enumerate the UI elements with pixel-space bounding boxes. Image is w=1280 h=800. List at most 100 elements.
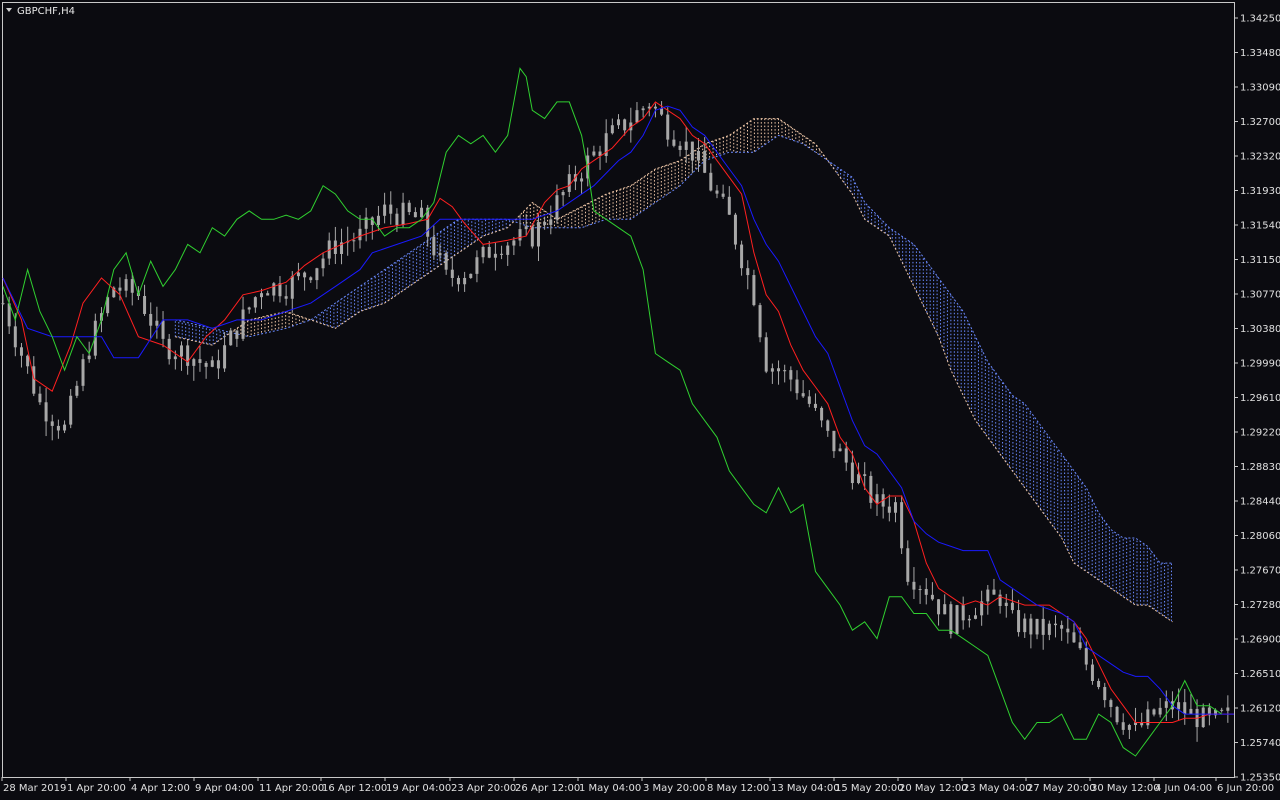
candle-body bbox=[653, 106, 657, 109]
candle-body bbox=[1109, 700, 1113, 707]
candle-body bbox=[389, 204, 393, 214]
candle-body bbox=[549, 219, 553, 225]
candle-body bbox=[475, 257, 479, 274]
candle-body bbox=[1158, 707, 1162, 715]
y-tick-label: 1.28830 bbox=[1240, 462, 1280, 473]
candle-body bbox=[727, 196, 731, 215]
candle-body bbox=[1029, 618, 1033, 635]
candle-body bbox=[143, 296, 147, 314]
candle-body bbox=[949, 604, 953, 634]
candle-body bbox=[764, 337, 768, 372]
candle-body bbox=[321, 258, 325, 269]
candle-body bbox=[1084, 648, 1088, 665]
candle-body bbox=[1164, 701, 1168, 708]
candle-body bbox=[376, 215, 380, 225]
y-tick-label: 1.27280 bbox=[1240, 600, 1280, 611]
y-tick-label: 1.29610 bbox=[1240, 393, 1280, 404]
candle-body bbox=[1220, 709, 1224, 711]
chart-svg[interactable]: 1.34250 1.33480 1.33090 1.32700 1.32320 1.319… bbox=[0, 0, 1280, 800]
candle-body bbox=[697, 150, 701, 161]
candle-body bbox=[161, 320, 165, 339]
candle-body bbox=[235, 330, 239, 339]
candle-body bbox=[383, 204, 387, 216]
candle-body bbox=[266, 293, 270, 296]
candle-body bbox=[63, 424, 67, 431]
triangle-down-icon[interactable] bbox=[6, 8, 12, 12]
candle-body bbox=[438, 253, 442, 256]
candle-body bbox=[118, 287, 122, 291]
candle-body bbox=[912, 581, 916, 590]
candle-body bbox=[432, 236, 436, 256]
candle-body bbox=[179, 345, 183, 357]
candle-body bbox=[26, 355, 30, 367]
candle-body bbox=[358, 228, 362, 241]
candle-body bbox=[229, 330, 233, 346]
x-tick-label: 30 May 12:00 bbox=[1091, 783, 1160, 794]
candle-body bbox=[832, 430, 836, 452]
candle-body bbox=[770, 368, 774, 372]
y-tick-label: 1.31930 bbox=[1240, 186, 1280, 197]
candle-body bbox=[1010, 602, 1014, 611]
x-tick-label: 27 May 20:00 bbox=[1027, 783, 1096, 794]
candle-body bbox=[309, 277, 313, 281]
y-tick-label: 1.28060 bbox=[1240, 531, 1280, 542]
y-tick-label: 1.27670 bbox=[1240, 566, 1280, 577]
candle-body bbox=[1090, 664, 1094, 682]
candle-body bbox=[986, 589, 990, 602]
candle-body bbox=[278, 283, 282, 297]
candle-body bbox=[943, 604, 947, 615]
candle-body bbox=[149, 313, 153, 326]
y-tick-label: 1.32700 bbox=[1240, 117, 1280, 128]
x-tick-label: 9 Apr 04:00 bbox=[195, 783, 254, 794]
y-tick-label: 1.26120 bbox=[1240, 704, 1280, 715]
candle-body bbox=[241, 309, 245, 339]
candle-body bbox=[869, 475, 873, 503]
candle-body bbox=[1035, 618, 1039, 635]
candle-body bbox=[672, 139, 676, 146]
candle-body bbox=[820, 407, 824, 421]
y-tick-label: 1.30770 bbox=[1240, 290, 1280, 301]
candle-body bbox=[303, 272, 307, 278]
price-axis[interactable]: 1.34250 1.33480 1.33090 1.32700 1.32320 1.319… bbox=[1234, 14, 1280, 784]
y-tick-label: 1.29990 bbox=[1240, 359, 1280, 370]
candle-body bbox=[524, 226, 528, 230]
candle-body bbox=[284, 296, 288, 299]
candle-body bbox=[173, 356, 177, 360]
y-tick-label: 1.30380 bbox=[1240, 324, 1280, 335]
candle-body bbox=[32, 366, 36, 394]
candle-body bbox=[900, 502, 904, 549]
candle-body bbox=[752, 275, 756, 306]
candle-body bbox=[518, 229, 522, 241]
candle-body bbox=[506, 245, 510, 255]
y-tick-label: 1.28440 bbox=[1240, 497, 1280, 508]
candle-body bbox=[204, 362, 208, 367]
candle-body bbox=[758, 305, 762, 338]
candle-body bbox=[567, 174, 571, 192]
candle-body bbox=[463, 277, 467, 285]
candle-body bbox=[1004, 602, 1008, 606]
candle-body bbox=[930, 594, 934, 600]
x-tick-label: 1 May 04:00 bbox=[579, 783, 641, 794]
candle-body bbox=[210, 360, 214, 367]
indicator-lines bbox=[2, 67, 1234, 757]
candle-body bbox=[192, 359, 196, 366]
candle-body bbox=[709, 172, 713, 191]
x-tick-label: 20 May 12:00 bbox=[899, 783, 968, 794]
candle-body bbox=[296, 272, 300, 277]
candle-body bbox=[260, 293, 264, 298]
candle-body bbox=[1121, 722, 1125, 730]
candle-body bbox=[223, 345, 227, 369]
candle-body bbox=[1201, 707, 1205, 728]
candle-body bbox=[955, 605, 959, 634]
candle-body bbox=[875, 494, 879, 503]
y-tick-label: 1.29220 bbox=[1240, 428, 1280, 439]
y-tick-label: 1.26510 bbox=[1240, 669, 1280, 680]
time-axis[interactable]: 28 Mar 2019 1 Apr 20:00 4 Apr 12:00 9 Apr 0… bbox=[1, 777, 1274, 794]
y-tick-label: 1.32320 bbox=[1240, 152, 1280, 163]
x-tick-label: 23 May 04:00 bbox=[963, 783, 1032, 794]
candle-body bbox=[857, 474, 861, 484]
candle-body bbox=[44, 402, 48, 422]
x-tick-label: 26 Apr 12:00 bbox=[515, 783, 580, 794]
x-tick-label: 6 Jun 20:00 bbox=[1217, 783, 1274, 794]
candle-body bbox=[733, 214, 737, 245]
